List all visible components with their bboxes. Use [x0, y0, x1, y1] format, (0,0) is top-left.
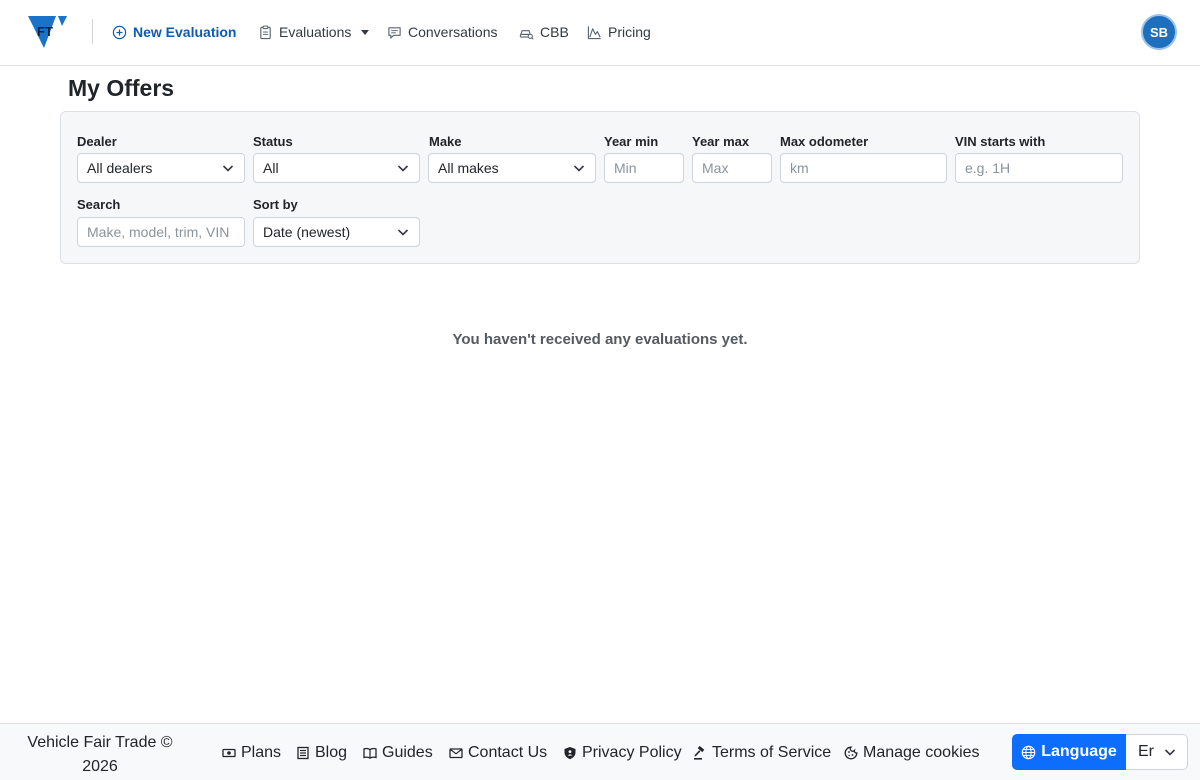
page-title: My Offers — [68, 75, 175, 101]
nav-pricing[interactable]: Pricing — [587, 21, 651, 43]
nav-divider — [92, 19, 93, 44]
globe-icon — [1021, 745, 1036, 759]
status-select[interactable]: All — [253, 153, 420, 183]
nav-new-evaluation-label: New Evaluation — [133, 24, 237, 40]
max-odometer-input[interactable] — [780, 153, 947, 183]
language-button[interactable]: Language — [1012, 734, 1126, 770]
footer-link-terms[interactable]: Terms of Service — [693, 743, 831, 763]
dealer-select-value: All dealers — [87, 160, 153, 176]
chevron-down-icon — [222, 165, 234, 172]
make-select-value: All makes — [438, 160, 499, 176]
footer-link-blog-label: Blog — [315, 744, 348, 761]
nav-new-evaluation[interactable]: New Evaluation — [112, 21, 236, 43]
chevron-down-icon — [397, 165, 409, 172]
footer-link-blog[interactable]: Blog — [296, 743, 347, 763]
envelope-icon — [449, 748, 463, 759]
cash-icon — [222, 748, 236, 758]
dealer-select[interactable]: All dealers — [77, 153, 245, 183]
sort-by-select-value: Date (newest) — [263, 224, 351, 240]
language-button-label: Language — [1041, 743, 1117, 760]
footer-link-privacy[interactable]: Privacy Policy — [563, 743, 682, 763]
car-search-icon — [519, 29, 534, 40]
book-icon — [363, 747, 377, 759]
copyright-line-1: Vehicle Fair Trade © — [27, 734, 173, 751]
footer-link-guides-label: Guides — [382, 744, 433, 761]
make-label: Make — [429, 134, 462, 149]
vin-label: VIN starts with — [955, 134, 1046, 149]
footer-link-cookies-label: Manage cookies — [863, 744, 980, 761]
svg-text:FT: FT — [37, 24, 53, 39]
nav-cbb[interactable]: CBB — [519, 21, 569, 43]
logo-icon: FT — [28, 16, 67, 48]
chevron-down-icon — [1164, 749, 1176, 756]
nav-pricing-label: Pricing — [608, 24, 651, 40]
year-min-label: Year min — [604, 134, 659, 149]
footer-link-cookies[interactable]: Manage cookies — [844, 743, 980, 763]
language-select-value: Er — [1138, 743, 1154, 760]
graph-icon — [587, 25, 601, 39]
chevron-down-icon — [397, 229, 409, 236]
nav-evaluations-label: Evaluations — [279, 24, 352, 40]
nav-evaluations-dropdown[interactable]: Evaluations — [258, 21, 370, 43]
gavel-icon — [694, 746, 705, 760]
search-label: Search — [77, 197, 121, 212]
shield-person-icon — [564, 747, 576, 760]
year-min-input[interactable] — [604, 153, 684, 183]
caret-down-icon — [361, 29, 370, 35]
newspaper-icon — [297, 746, 309, 760]
sort-by-label: Sort by — [253, 197, 298, 212]
dealer-label: Dealer — [77, 134, 117, 149]
vin-input[interactable] — [955, 153, 1123, 183]
filter-panel: Dealer All dealers Status All Make All m… — [60, 111, 1140, 264]
footer-link-guides[interactable]: Guides — [363, 743, 433, 763]
clipboard-icon — [260, 25, 271, 39]
copyright-line-2: 2026 — [82, 758, 118, 775]
top-navbar: FT New Evaluation Evaluations Conversati… — [0, 0, 1200, 66]
footer-link-contact-label: Contact Us — [468, 744, 548, 761]
user-avatar[interactable]: SB — [1141, 14, 1177, 50]
cookie-icon — [844, 746, 858, 760]
footer-link-terms-label: Terms of Service — [712, 744, 832, 761]
sort-by-select[interactable]: Date (newest) — [253, 217, 420, 247]
chevron-down-icon — [573, 165, 585, 172]
language-select[interactable]: Er — [1126, 734, 1188, 770]
make-select[interactable]: All makes — [428, 153, 596, 183]
copyright: Vehicle Fair Trade © 2026 — [20, 731, 180, 779]
nav-conversations-label: Conversations — [408, 24, 498, 40]
footer-link-privacy-label: Privacy Policy — [582, 744, 682, 761]
empty-state-message: You haven't received any evaluations yet… — [452, 331, 748, 348]
plus-circle-icon — [112, 25, 127, 39]
search-input[interactable] — [77, 217, 245, 247]
brand-logo[interactable]: FT — [28, 14, 68, 50]
footer-link-contact[interactable]: Contact Us — [449, 743, 547, 763]
year-max-input[interactable] — [692, 153, 772, 183]
max-odometer-label: Max odometer — [780, 134, 869, 149]
footer-link-plans-label: Plans — [241, 744, 282, 761]
nav-conversations[interactable]: Conversations — [387, 21, 498, 43]
nav-cbb-label: CBB — [540, 24, 569, 40]
year-max-label: Year max — [692, 134, 750, 149]
footer-link-plans[interactable]: Plans — [222, 743, 281, 763]
chat-icon — [388, 26, 401, 39]
status-label: Status — [253, 134, 293, 149]
status-select-value: All — [263, 160, 279, 176]
